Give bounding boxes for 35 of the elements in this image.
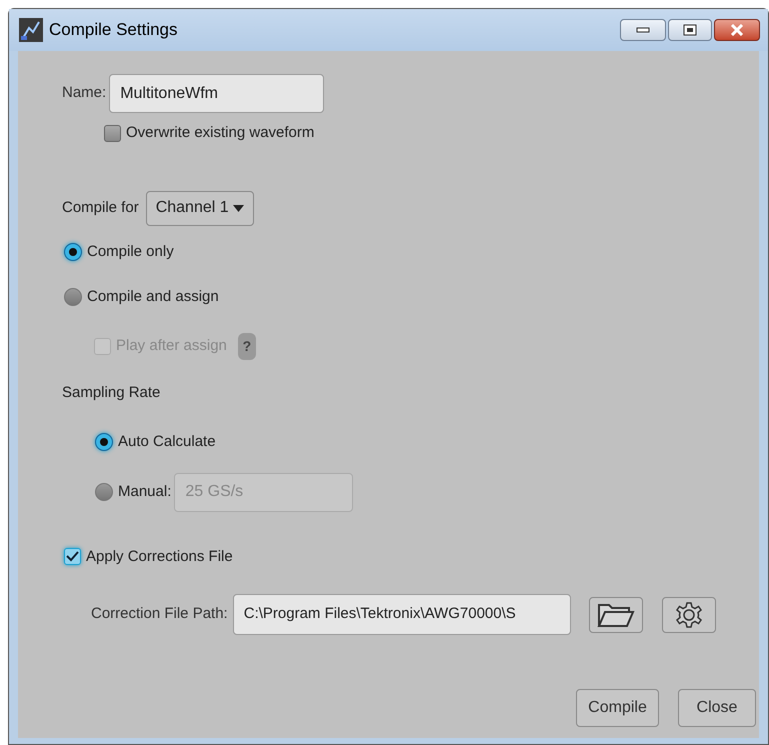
radio-label: Manual:: [118, 482, 172, 502]
folder-icon: [596, 602, 635, 628]
minimize-icon: [636, 27, 650, 33]
radio-label: Auto Calculate: [118, 432, 216, 452]
field-label: Correction File Path:: [91, 604, 228, 624]
close-button[interactable]: [714, 19, 760, 41]
checkbox[interactable]: [64, 548, 81, 566]
browse-button[interactable]: [588, 596, 643, 632]
radio-button[interactable]: [64, 288, 82, 306]
settings-icon: [674, 600, 703, 628]
channel-dropdown[interactable]: Channel 1: [146, 190, 254, 226]
field-label: Name:: [62, 83, 106, 104]
app-icon: [19, 18, 43, 42]
minimize-button[interactable]: [620, 19, 666, 41]
path-field[interactable]: C:\Program Files\Tektronix\AWG70000\S: [232, 594, 571, 635]
section-label: Sampling Rate: [62, 382, 160, 402]
caret-icon: [232, 204, 244, 212]
checkbox-label: Apply Corrections File: [86, 546, 233, 566]
name-field[interactable]: MultitoneWfm: [109, 74, 324, 113]
maximize-button[interactable]: [668, 19, 712, 41]
close-icon: [730, 24, 744, 36]
checkbox-label: Overwrite existing waveform: [126, 123, 314, 143]
radio-button[interactable]: [95, 433, 113, 452]
field-label: Compile for: [62, 198, 139, 218]
radio-button[interactable]: [64, 242, 82, 261]
dialog-button[interactable]: Compile: [576, 689, 659, 727]
checkbox-label: Play after assign: [116, 336, 227, 356]
checkbox[interactable]: [104, 124, 121, 142]
radio-label: Compile and assign: [87, 287, 219, 307]
dialog-button[interactable]: Close: [678, 689, 756, 727]
restore-icon: [683, 24, 697, 36]
radio-button[interactable]: [95, 483, 113, 501]
window-title: Compile Settings: [49, 19, 178, 42]
settings-button[interactable]: [662, 596, 716, 632]
radio-label: Compile only: [87, 242, 174, 262]
